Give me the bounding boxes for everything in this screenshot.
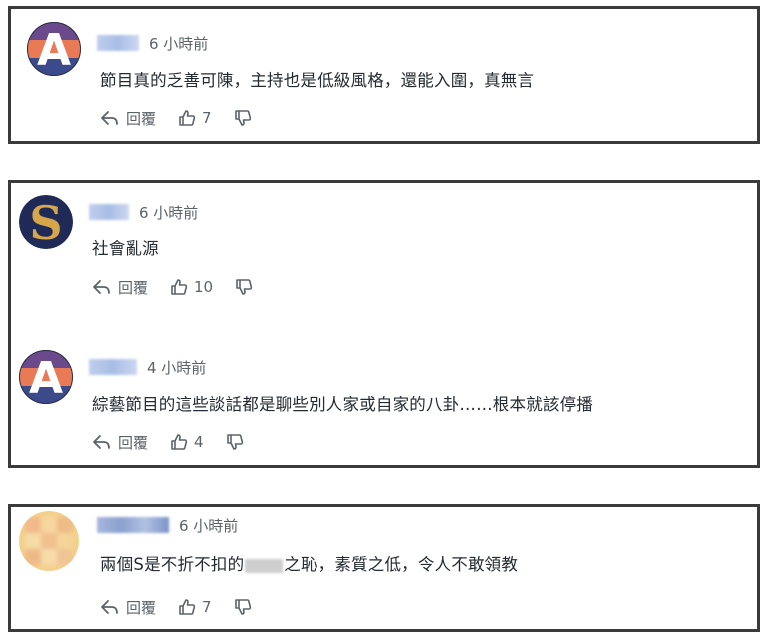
reply-button[interactable]: 回覆 [92,432,148,453]
like-count: 4 [194,433,204,451]
reply-icon [100,598,120,616]
comment-card: A 6 小時前 節目真的乏善可陳，主持也是低級風格，還能入圍，真無言 回覆 7 [8,6,760,144]
comment-text: 社會亂源 [92,239,159,258]
comment-actions: 回覆 4 [92,430,244,454]
avatar[interactable] [19,511,79,571]
username[interactable] [89,359,137,375]
comment-card: 6 小時前 兩個S是不折不扣的 之恥，素質之低，令人不敢領教 回覆 7 [8,504,760,632]
reply-button[interactable]: 回覆 [100,597,156,618]
dislike-button[interactable] [234,109,252,127]
comment-meta: 6 小時前 [97,31,208,55]
thumbs-up-icon [178,598,196,616]
comment-actions: 回覆 7 [100,106,252,130]
comment-meta: 6 小時前 [89,200,198,224]
svg-text:A: A [37,25,71,76]
thumbs-up-icon [170,278,188,296]
reply-button[interactable]: 回覆 [100,108,156,129]
thumbs-down-icon [234,598,252,616]
dislike-button[interactable] [234,598,252,616]
timestamp: 6 小時前 [149,34,209,53]
reply-label: 回覆 [126,109,157,128]
comment-meta: 4 小時前 [89,355,206,379]
thumbs-down-icon [235,278,253,296]
avatar[interactable]: A [27,22,81,76]
thumbs-down-icon [234,109,252,127]
like-count: 7 [202,109,212,127]
like-button[interactable]: 7 [178,598,212,616]
dislike-button[interactable] [226,433,244,451]
comment-text: 節目真的乏善可陳，主持也是低級風格，還能入圍，真無言 [100,71,535,90]
reply-button[interactable]: 回覆 [92,277,148,298]
svg-text:S: S [29,196,62,249]
reply-label: 回覆 [118,433,149,452]
username[interactable] [97,517,169,533]
thumbs-down-icon [226,433,244,451]
comment-actions: 回覆 7 [100,595,252,619]
username[interactable] [89,204,129,220]
comment-text: 兩個S是不折不扣的 之恥，素質之低，令人不敢領教 [100,551,518,575]
comment-text-after: 之恥，素質之低，令人不敢領教 [284,555,519,574]
thumbs-up-icon [178,109,196,127]
like-button[interactable]: 7 [178,109,212,127]
reply-label: 回覆 [118,278,149,297]
reply-label: 回覆 [126,598,157,617]
avatar[interactable]: A [19,350,73,404]
reply-icon [92,433,112,451]
avatar[interactable]: S [19,195,73,249]
svg-text:A: A [29,353,63,404]
comment-item: A 6 小時前 節目真的乏善可陳，主持也是低級風格，還能入圍，真無言 回覆 7 [11,9,757,139]
reply-icon [100,109,120,127]
like-button[interactable]: 4 [170,433,204,451]
like-button[interactable]: 10 [170,278,213,296]
comment-item: 6 小時前 兩個S是不折不扣的 之恥，素質之低，令人不敢領教 回覆 7 [11,507,757,637]
timestamp: 4 小時前 [147,358,207,377]
like-count: 7 [202,598,212,616]
thumbs-up-icon [170,433,188,451]
comment-item: S 6 小時前 社會亂源 回覆 10 [11,183,757,313]
username[interactable] [97,35,139,51]
timestamp: 6 小時前 [139,203,199,222]
reply-icon [92,278,112,296]
comment-item: A 4 小時前 綜藝節目的這些談話都是聊些別人家或自家的八卦……根本就該停播 回… [11,338,757,468]
comment-text: 綜藝節目的這些談話都是聊些別人家或自家的八卦……根本就該停播 [92,395,593,414]
comment-text-before: 兩個S是不折不扣的 [100,555,245,574]
like-count: 10 [194,278,214,296]
comment-meta: 6 小時前 [97,513,238,537]
comment-actions: 回覆 10 [92,275,253,299]
comment-card: S 6 小時前 社會亂源 回覆 10 A 4 小時前 綜藝節目的這些談話都是聊些… [8,180,760,468]
censored-word [245,558,284,573]
dislike-button[interactable] [235,278,253,296]
timestamp: 6 小時前 [179,516,239,535]
